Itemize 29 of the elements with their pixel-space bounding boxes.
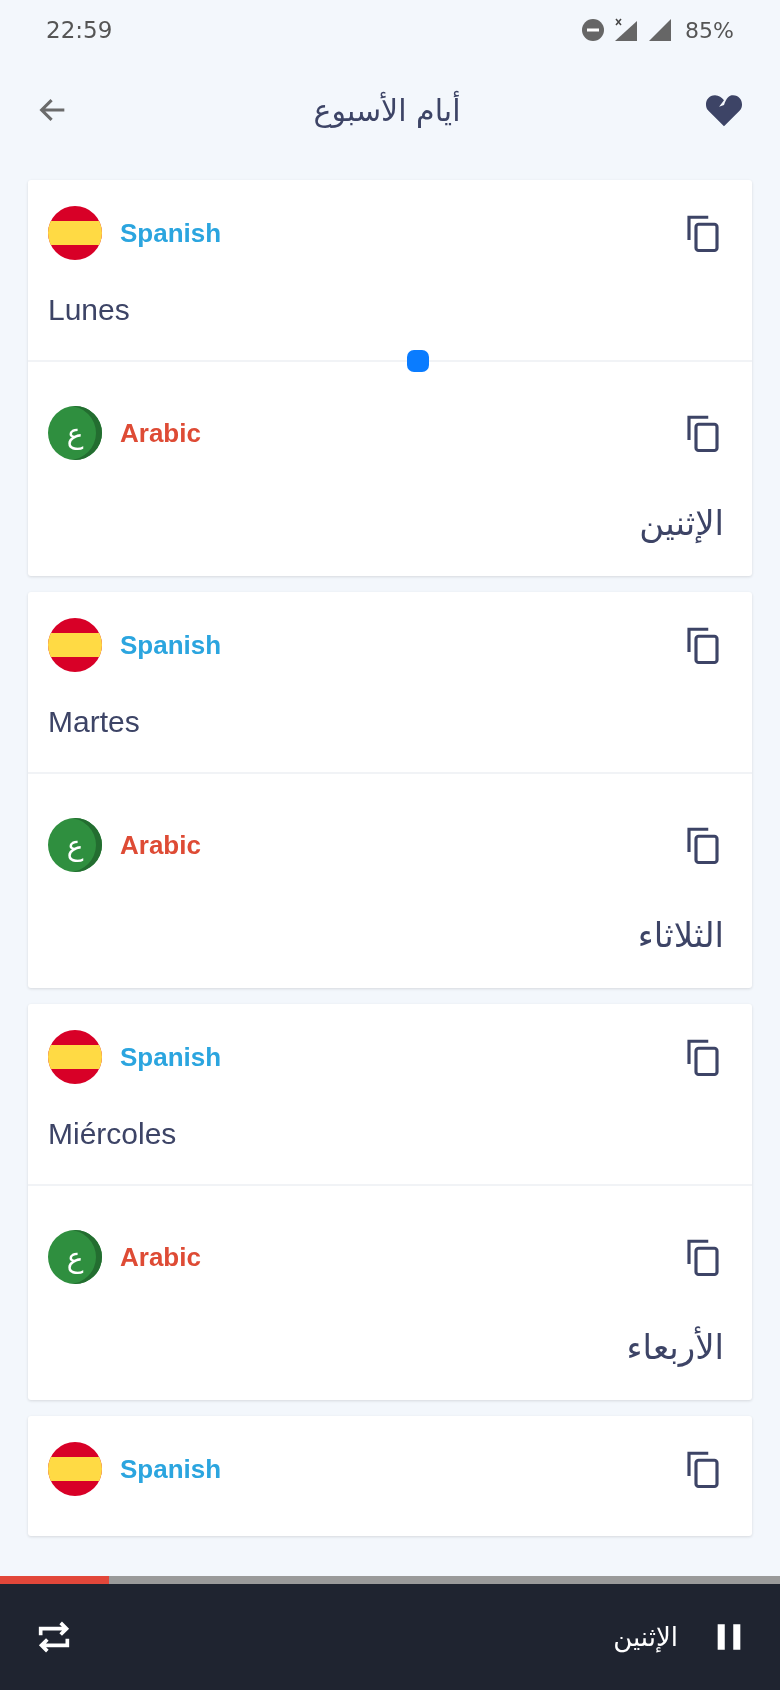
- flag-icon: [48, 1442, 102, 1496]
- phrase-text: الإثنين: [638, 502, 724, 545]
- language-icon: ع: [48, 1230, 102, 1284]
- language-label: Spanish: [120, 217, 222, 249]
- language-label: Arabic: [120, 1241, 201, 1273]
- language-label: Spanish: [120, 629, 222, 661]
- do-not-disturb-icon: [581, 18, 606, 42]
- phrase-text: الأربعاء: [625, 1325, 724, 1369]
- language-icon: ع: [48, 406, 102, 460]
- language-label: Spanish: [120, 1041, 222, 1073]
- signal-icon: [613, 17, 640, 43]
- now-playing-text: الإثنين: [613, 1622, 678, 1652]
- heart-icon[interactable]: [704, 92, 744, 128]
- phrase-text: الثلاثاء: [636, 914, 724, 957]
- phrase-text: Miércoles: [48, 1116, 178, 1152]
- page-title: أيام الأسبوع: [313, 92, 461, 128]
- language-label: Spanish: [120, 1453, 222, 1485]
- status-time: 22:59: [46, 17, 113, 43]
- language-label: Arabic: [120, 829, 201, 861]
- language-label: Arabic: [120, 417, 201, 449]
- selection-handle[interactable]: [407, 350, 429, 372]
- flag-icon: [48, 618, 102, 672]
- phrase-text: Lunes: [48, 292, 131, 328]
- language-icon: ع: [48, 818, 102, 872]
- flag-icon: [48, 1030, 102, 1084]
- phrase-text: Martes: [48, 704, 141, 740]
- signal-icon: [647, 17, 674, 43]
- battery-level: 85%: [685, 17, 734, 43]
- flag-icon: [48, 206, 102, 260]
